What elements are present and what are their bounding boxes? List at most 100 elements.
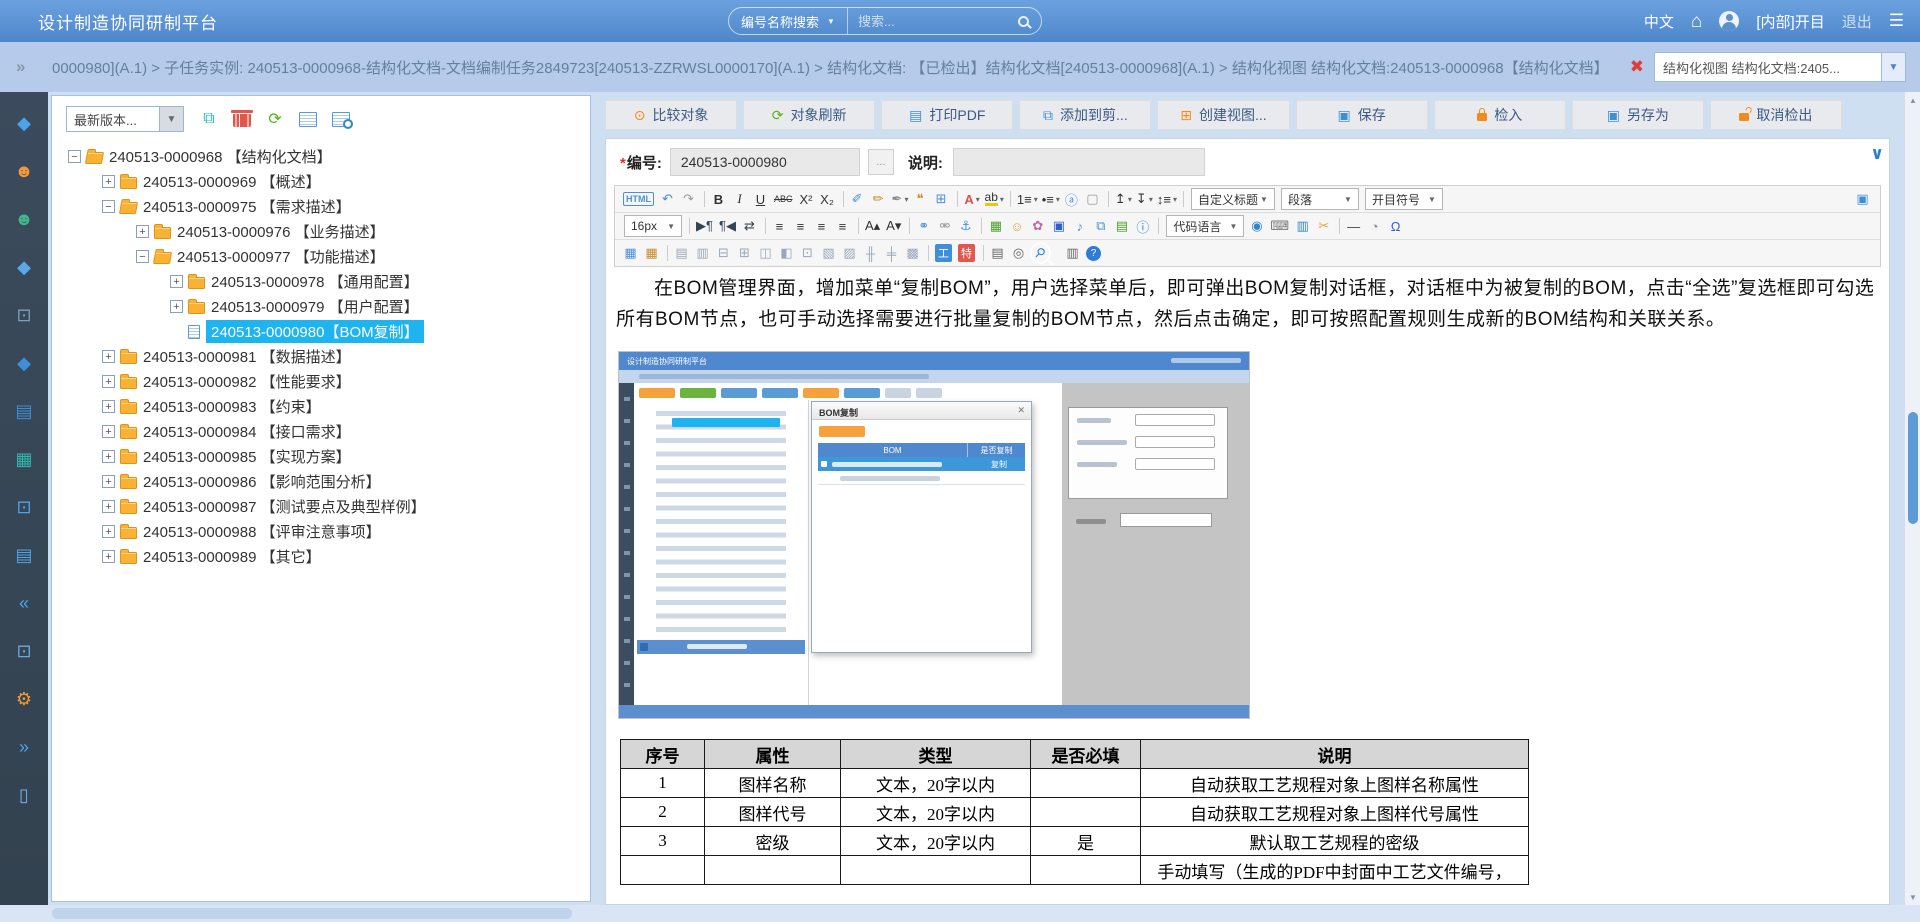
close-icon[interactable]: ✖	[1630, 57, 1644, 77]
insert-table-icon[interactable]: ⊞	[735, 242, 756, 264]
tree-node[interactable]: − 240513-0000968 【结构化文档】	[60, 144, 590, 169]
line-spacing-icon[interactable]: ↕≡ ▾	[1155, 188, 1179, 210]
tree-expander-icon[interactable]: +	[102, 425, 115, 438]
editor-tool[interactable]	[1010, 191, 1011, 207]
editor-tool[interactable]	[689, 218, 690, 234]
tree-node[interactable]: + 240513-0000989 【其它】	[60, 544, 590, 569]
save-as-button[interactable]: ▣ 另存为	[1572, 100, 1704, 130]
refresh-icon[interactable]: ⟳	[266, 110, 284, 128]
editor-tool[interactable]	[981, 218, 982, 234]
align-top-icon[interactable]: ↥ ▾	[1113, 188, 1134, 210]
tree-node[interactable]: + 240513-0000988 【评审注意事项】	[60, 519, 590, 544]
eraser-icon[interactable]: ✐	[848, 188, 869, 210]
emoji-icon[interactable]: ☺	[1007, 215, 1028, 237]
horizontal-scrollbar[interactable]	[0, 905, 1920, 922]
print-pdf-button[interactable]: ▤ 打印PDF	[881, 100, 1013, 130]
tree-node[interactable]: − 240513-0000975 【需求描述】	[60, 194, 590, 219]
align-center-icon[interactable]: ≡	[791, 215, 812, 237]
editor-tool[interactable]	[983, 245, 984, 261]
circle-a-icon[interactable]: ⓐ	[1062, 188, 1083, 210]
tree-node[interactable]: + 240513-0000969 【概述】	[60, 169, 590, 194]
check-in-button[interactable]: 检入	[1434, 100, 1566, 130]
print-icon[interactable]: ▤	[988, 242, 1009, 264]
toolbar-collapse-icon[interactable]: ∨	[1870, 144, 1884, 164]
vertical-scroll-thumb[interactable]	[1908, 412, 1918, 524]
audio-icon[interactable]: ♪	[1070, 215, 1091, 237]
table-grid-icon[interactable]: ▩	[903, 242, 924, 264]
tree-expander-icon[interactable]: +	[102, 350, 115, 363]
attach-icon[interactable]: ⧉	[1091, 215, 1112, 237]
tree-expander-icon[interactable]: −	[102, 200, 115, 213]
link-icon[interactable]: ⚭	[914, 215, 935, 237]
document-body[interactable]: 在BOM管理界面，增加菜单“复制BOM”，用户选择菜单后，即可弹出BOM复制对话…	[606, 267, 1889, 904]
code-block-icon[interactable]: ◉	[1247, 215, 1268, 237]
blockquote-icon[interactable]: ❝	[911, 188, 932, 210]
tree-expander-icon[interactable]: +	[170, 300, 183, 313]
bold-icon[interactable]: B	[709, 188, 730, 210]
paragraph-format-select[interactable]: 段落 ▼	[1281, 188, 1359, 210]
compare-button[interactable]: ⊙ 比较对象	[605, 100, 737, 130]
delete-icon[interactable]	[233, 114, 251, 127]
tree-node[interactable]: + 240513-0000976 【业务描述】	[60, 219, 590, 244]
search-icon[interactable]	[1018, 16, 1029, 27]
underline-icon[interactable]: U	[751, 188, 772, 210]
tree-expander-icon[interactable]: +	[102, 525, 115, 538]
search-type-dropdown[interactable]: 编号名称搜索 ▼	[729, 8, 848, 34]
tree-expander-icon[interactable]: +	[102, 175, 115, 188]
align-bottom-icon[interactable]: ↧ ▾	[1134, 188, 1155, 210]
code-field[interactable]: 240513-0000980	[670, 148, 860, 176]
editor-tool[interactable]	[1158, 218, 1159, 234]
editor-tool[interactable]	[1108, 191, 1109, 207]
tree-expander-icon[interactable]: +	[102, 500, 115, 513]
expand-right-icon[interactable]: »	[19, 738, 29, 756]
parts-box-icon[interactable]: ◆	[17, 258, 31, 276]
unlink-icon[interactable]: ⚮	[935, 215, 956, 237]
table-props-icon[interactable]: ▦	[621, 242, 642, 264]
team-orange-icon[interactable]: ☻	[15, 162, 34, 180]
tree-expander-icon[interactable]: −	[68, 150, 81, 163]
ink-style-icon[interactable]: ✒ ▾	[890, 188, 911, 210]
insert-row-icon[interactable]: ▤	[672, 242, 693, 264]
split-cell-icon[interactable]: ◧	[777, 242, 798, 264]
layout-icon[interactable]: ▥	[1293, 215, 1314, 237]
border-char-icon[interactable]: ⊞	[932, 188, 953, 210]
tree-node[interactable]: + 240513-0000987 【测试要点及典型样例】	[60, 494, 590, 519]
scroll-up-icon[interactable]: ▲	[1905, 92, 1920, 108]
tree-node[interactable]: + 240513-0000979 【用户配置】	[60, 294, 590, 319]
tree-expander-icon[interactable]: −	[136, 250, 149, 263]
horizontal-rule-icon[interactable]: —	[1344, 215, 1365, 237]
shade-cell-icon[interactable]: ▧	[819, 242, 840, 264]
tree-expander-icon[interactable]: +	[102, 400, 115, 413]
kaimu-symbol-select[interactable]: 开目符号 ▼	[1365, 188, 1443, 210]
tree-node[interactable]: + 240513-0000985 【实现方案】	[60, 444, 590, 469]
image-icon[interactable]: ▦	[986, 215, 1007, 237]
team-green-icon[interactable]: ☻	[15, 210, 34, 228]
tree-expander-icon[interactable]: +	[102, 450, 115, 463]
screenshot-icon[interactable]: ✂	[1314, 215, 1335, 237]
tree-node[interactable]: + 240513-0000986 【影响范围分析】	[60, 469, 590, 494]
info-icon[interactable]: ⓘ	[1133, 215, 1154, 237]
save-button[interactable]: ▣ 保存	[1296, 100, 1428, 130]
version-selector[interactable]: 最新版本... ▼	[66, 106, 184, 132]
tree-node[interactable]: + 240513-0000981 【数据描述】	[60, 344, 590, 369]
custom-heading-select[interactable]: 自定义标题 ▼	[1191, 188, 1275, 210]
font-size-select[interactable]: 16px ▼	[624, 215, 682, 237]
font-increase-icon[interactable]: A▴	[863, 215, 884, 237]
tree-node[interactable]: − 240513-0000977 【功能描述】	[60, 244, 590, 269]
rtl-paragraph-icon[interactable]: ¶◀	[717, 215, 740, 237]
doc-icon[interactable]	[299, 112, 317, 127]
document-icon[interactable]: ▤	[15, 546, 32, 564]
tree-node[interactable]: + 240513-0000984 【接口需求】	[60, 419, 590, 444]
add-to-clipboard-button[interactable]: ⧉ 添加到剪...	[1019, 100, 1151, 130]
highlight-color-icon[interactable]: ab ▾	[983, 188, 1006, 210]
user-avatar-icon[interactable]	[1719, 11, 1739, 31]
align-right-icon[interactable]: ≡	[812, 215, 833, 237]
file-icon[interactable]: ▯	[19, 786, 29, 804]
tree-expander-icon[interactable]: +	[136, 225, 149, 238]
format-brush-icon[interactable]: ✏	[869, 188, 890, 210]
editor-tool[interactable]	[957, 191, 958, 207]
scroll-down-icon[interactable]: ▼	[1905, 889, 1920, 905]
search-icon[interactable]: ⚲	[1030, 242, 1051, 264]
editor-tool[interactable]	[704, 191, 705, 207]
menu-icon[interactable]: ☰	[1889, 11, 1904, 31]
